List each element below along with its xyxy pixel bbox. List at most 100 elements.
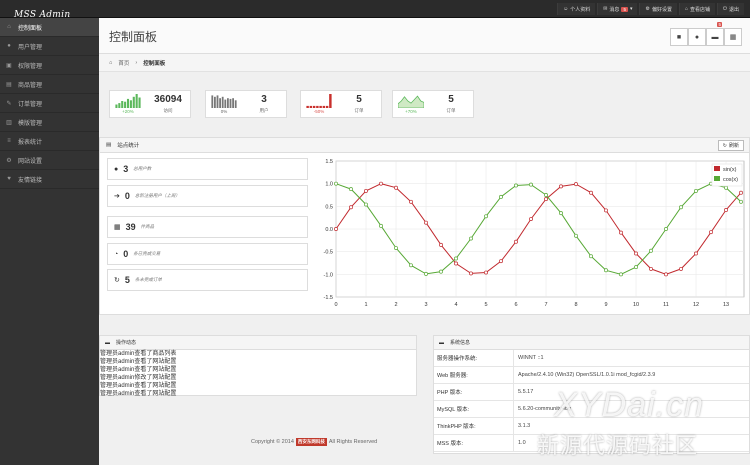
data-point[interactable] [574, 182, 578, 187]
data-point[interactable] [589, 190, 593, 195]
data-point[interactable] [364, 188, 368, 193]
data-point[interactable] [634, 251, 638, 256]
sparkline-bar [316, 105, 319, 108]
data-point[interactable] [349, 187, 353, 192]
data-point[interactable] [394, 246, 398, 250]
stat-box-orders[interactable]: -50% 5 订单 [300, 90, 382, 118]
quick-stat[interactable]: ◔ 0 条已完成交易 [107, 243, 308, 265]
quick-stat-number: 3 [123, 164, 129, 174]
data-point[interactable] [364, 202, 368, 207]
sidebar-item-orders[interactable]: ✎ 订单管理 [0, 94, 99, 113]
quick-stat[interactable]: ● 3 总用户数 [107, 158, 308, 180]
data-point[interactable] [454, 256, 458, 261]
sidebar-item-site-settings[interactable]: ⚙ 网站设置 [0, 151, 99, 170]
data-point[interactable] [454, 261, 458, 266]
data-point[interactable] [409, 263, 413, 268]
stat-sparkline [211, 95, 237, 108]
data-point[interactable] [529, 182, 533, 187]
data-point[interactable] [649, 266, 653, 271]
data-point[interactable] [634, 265, 638, 270]
sidebar-item-reports[interactable]: ≡ 报表统计 [0, 132, 99, 151]
data-point[interactable] [679, 266, 683, 271]
header-user-button[interactable]: ● [688, 28, 706, 46]
data-point[interactable] [469, 271, 473, 276]
data-point[interactable] [424, 271, 428, 276]
sidebar-item-templates[interactable]: ▥ 模版管理 [0, 113, 99, 132]
data-point[interactable] [604, 268, 608, 273]
sidebar-item-dashboard[interactable]: ⌂ 控制面板 [0, 18, 99, 37]
data-point[interactable] [499, 259, 503, 264]
data-point[interactable] [409, 199, 413, 204]
data-point[interactable] [349, 205, 353, 210]
comment-count-badge: 5 [717, 22, 722, 27]
data-point[interactable] [379, 181, 383, 186]
sidebar-item-goods[interactable]: ▤ 商品管理 [0, 75, 99, 94]
top-bar: MSS Admin ☺ 个人资料 ✉ 消息 5 ▾ ⚙ 偏好设置 ⌂ 查看店铺 ⏻ 退出 [0, 0, 750, 20]
data-point[interactable] [589, 254, 593, 259]
comment-icon: ▬ [105, 339, 110, 346]
data-point[interactable] [619, 230, 623, 235]
data-point[interactable] [334, 227, 338, 231]
sidebar-item-label: 用户管理 [18, 44, 43, 51]
data-point[interactable] [664, 272, 668, 277]
data-point[interactable] [559, 184, 563, 189]
data-point[interactable] [544, 197, 548, 202]
data-point[interactable] [439, 242, 443, 247]
data-point[interactable] [529, 217, 533, 221]
file-icon: ■ [676, 33, 682, 41]
header-comment-button[interactable]: ▬ 5 [706, 22, 724, 46]
data-point[interactable] [649, 248, 653, 253]
header-cart-button[interactable]: ▦ [724, 28, 742, 46]
top-nav-logout[interactable]: ⏻ 退出 [717, 3, 744, 15]
data-point[interactable] [379, 223, 383, 228]
data-point[interactable] [514, 239, 518, 244]
data-point[interactable] [604, 208, 608, 213]
data-point[interactable] [679, 205, 683, 210]
footer-company-link[interactable]: 西安东网科技 [295, 438, 327, 446]
data-point[interactable] [664, 227, 668, 231]
top-nav-messages[interactable]: ✉ 消息 5 ▾ [597, 3, 638, 15]
data-point[interactable] [499, 194, 503, 199]
data-point[interactable] [619, 272, 623, 277]
data-point[interactable] [484, 214, 488, 219]
breadcrumb-home[interactable]: 首页 [118, 59, 129, 67]
sparkline-bar [309, 105, 313, 108]
sparkline-bar [325, 105, 329, 108]
sidebar-item-users[interactable]: ● 用户管理 [0, 37, 99, 56]
x-tick-label: 10 [633, 302, 639, 308]
legend-label: cos(x) [723, 177, 738, 183]
sidebar-item-permissions[interactable]: ▣ 权限管理 [0, 56, 99, 75]
stat-box-orders-trend[interactable]: +70% 5 订单 [392, 90, 474, 118]
data-point[interactable] [724, 185, 728, 190]
sidebar-item-links[interactable]: ♥ 友情链接 [0, 170, 99, 189]
data-point[interactable] [724, 208, 728, 212]
top-nav-profile[interactable]: ☺ 个人资料 [557, 3, 596, 15]
stat-box-visits[interactable]: +20% 36094 访问 [109, 90, 191, 118]
data-point[interactable] [709, 230, 713, 235]
data-point[interactable] [739, 199, 743, 204]
data-point[interactable] [514, 183, 518, 188]
data-point[interactable] [694, 188, 698, 193]
data-point[interactable] [544, 193, 548, 197]
top-nav-store[interactable]: ⌂ 查看店铺 [678, 3, 716, 15]
data-point[interactable] [439, 269, 443, 274]
quick-stat[interactable]: ▦ 39 件商品 [107, 216, 308, 238]
data-point[interactable] [469, 236, 473, 241]
data-point[interactable] [334, 181, 338, 186]
user-icon: ● [7, 43, 11, 49]
header-file-button[interactable]: ■ [670, 28, 688, 46]
data-point[interactable] [559, 211, 563, 216]
refresh-button[interactable]: ↻ 刷新 [717, 140, 744, 151]
data-point[interactable] [424, 220, 428, 225]
quick-stat[interactable]: ➔ 0 总新注册用户（上周） [107, 185, 308, 207]
data-point[interactable] [574, 233, 578, 238]
data-point[interactable] [739, 190, 743, 195]
data-point[interactable] [484, 270, 488, 275]
data-point[interactable] [694, 251, 698, 256]
link-icon: ♥ [7, 176, 11, 182]
quick-stat[interactable]: ↻ 5 条未完成订单 [107, 269, 308, 291]
top-nav-settings[interactable]: ⚙ 偏好设置 [639, 3, 677, 15]
message-icon: ✉ [603, 6, 608, 12]
stat-box-users[interactable]: 0% 3 用户 [205, 90, 287, 118]
data-point[interactable] [394, 185, 398, 190]
